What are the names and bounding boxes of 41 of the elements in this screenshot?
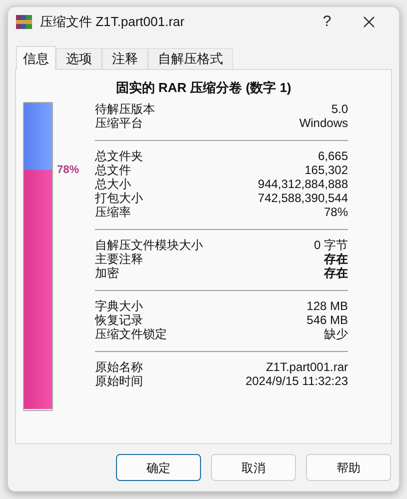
dialog-button[interactable]: 帮助 <box>306 454 391 481</box>
info-value: 2024/9/15 11:32:23 <box>245 374 348 386</box>
tab[interactable]: 信息 <box>16 46 56 70</box>
info-label: 总文件夹 <box>95 150 143 162</box>
info-value: 6,665 <box>318 150 348 162</box>
info-label: 打包大小 <box>95 192 143 204</box>
info-value: 742,588,390,544 <box>258 192 348 204</box>
info-value: 165,302 <box>304 164 348 176</box>
tab[interactable]: 自解压格式 <box>148 48 233 69</box>
info-label: 总大小 <box>95 178 131 190</box>
info-value: 存在 <box>324 266 348 278</box>
ratio-label: 78% <box>57 163 80 178</box>
info-label: 总文件 <box>95 164 131 176</box>
tab[interactable]: 选项 <box>56 48 102 69</box>
info-label: 待解压版本 <box>95 102 155 114</box>
info-label: 压缩平台 <box>95 116 143 128</box>
tab[interactable]: 注释 <box>102 48 148 69</box>
info-label: 压缩文件锁定 <box>95 328 167 340</box>
info-label: 加密 <box>95 266 119 278</box>
info-value: 944,312,884,888 <box>258 178 348 190</box>
dialog-button[interactable]: 确定 <box>116 454 201 481</box>
info-label: 自解压文件模块大小 <box>95 238 203 250</box>
info-value: 0 字节 <box>314 238 348 250</box>
info-value: Windows <box>299 116 348 128</box>
info-label: 字典大小 <box>95 300 143 312</box>
info-value: 546 MB <box>306 314 348 326</box>
info-label: 压缩率 <box>95 206 131 218</box>
info-label: 原始名称 <box>95 360 143 372</box>
info-label: 原始时间 <box>95 374 143 386</box>
dialog-button[interactable]: 取消 <box>211 454 296 481</box>
archive-icon <box>16 14 32 30</box>
info-value: 存在 <box>324 252 348 264</box>
info-value: 128 MB <box>306 300 348 312</box>
info-label: 恢复记录 <box>95 314 143 326</box>
info-value: 78% <box>324 206 348 218</box>
window-title: 压缩文件 Z1T.part001.rar <box>40 13 184 32</box>
info-value: Z1T.part001.rar <box>266 360 348 372</box>
info-label: 主要注释 <box>95 252 143 264</box>
info-value: 缺少 <box>324 328 348 340</box>
archive-heading: 固实的 RAR 压缩分卷 (数字 1) <box>114 79 292 97</box>
info-value: 5.0 <box>331 102 348 114</box>
